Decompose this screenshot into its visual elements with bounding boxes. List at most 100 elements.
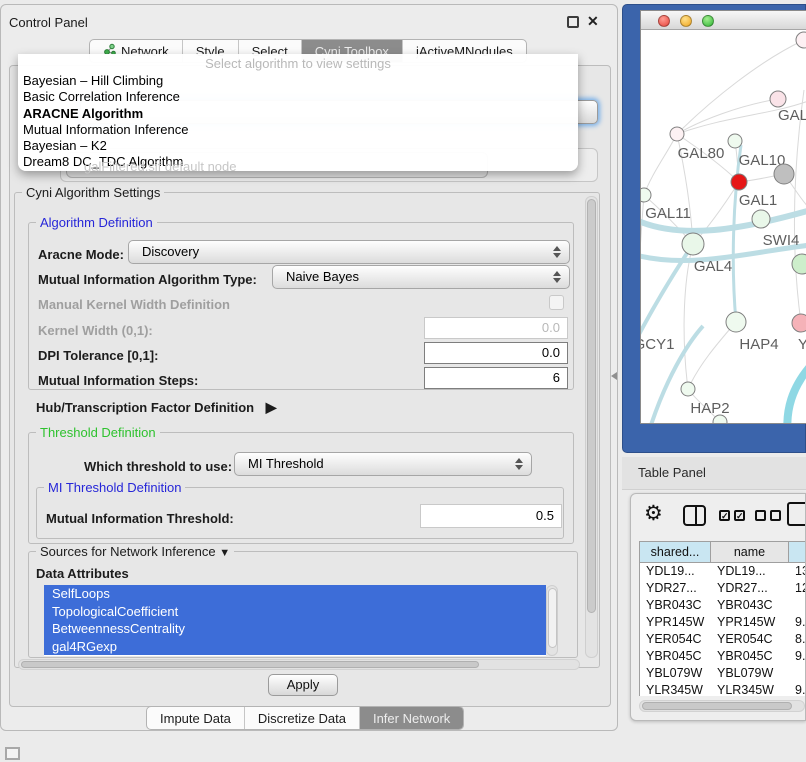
- node-label: GAL80: [678, 145, 725, 162]
- gear-icon[interactable]: ⚙: [644, 502, 663, 526]
- sources-group-title[interactable]: Sources for Network Inference ▼: [36, 544, 234, 559]
- panel-collapse-arrow[interactable]: [611, 372, 617, 380]
- network-edge: [688, 322, 736, 389]
- checked-checkbox-icon[interactable]: ✓: [719, 510, 730, 521]
- node-label: Y: [798, 336, 806, 353]
- algorithm-item[interactable]: Bayesian – Hill Climbing: [18, 73, 578, 89]
- column-header[interactable]: [789, 542, 806, 562]
- network-node[interactable]: [774, 164, 794, 184]
- dpi-tolerance-input[interactable]: 0.0: [424, 342, 568, 364]
- table-cell: YBL079W: [640, 665, 711, 682]
- network-node-gal80[interactable]: [670, 127, 684, 141]
- network-node-gal4[interactable]: [682, 233, 704, 255]
- attributes-scrollbar[interactable]: [546, 585, 558, 656]
- stepper-arrows-icon: [553, 271, 561, 283]
- table-cell: YDL19...: [711, 563, 789, 580]
- table-row[interactable]: YBL079WYBL079W: [640, 665, 806, 682]
- aracne-mode-value: Discovery: [142, 244, 199, 259]
- table-hscrollbar-thumb[interactable]: [642, 702, 792, 710]
- float-window-icon[interactable]: [567, 16, 579, 28]
- table-cell: 12: [789, 580, 806, 597]
- attributes-scrollbar-thumb[interactable]: [548, 588, 557, 648]
- data-attributes-label: Data Attributes: [36, 566, 129, 581]
- network-canvas[interactable]: GALGAL80GAL10GAL1GAL11SWI4GAL4GCY1HAP4YH…: [641, 30, 806, 424]
- attribute-item-selected[interactable]: TopologicalCoefficient: [44, 603, 546, 621]
- network-node[interactable]: [713, 415, 727, 424]
- mi-type-combo[interactable]: Naive Bayes: [272, 265, 570, 289]
- table-cell: YLR345W: [640, 682, 711, 696]
- table-row[interactable]: YLR345WYLR345W9.: [640, 682, 806, 696]
- attribute-item-selected[interactable]: SelfLoops: [44, 585, 546, 603]
- node-label: HAP2: [690, 400, 729, 417]
- column-header[interactable]: name: [711, 542, 789, 562]
- table-row[interactable]: YBR043CYBR043C: [640, 597, 806, 614]
- algorithm-item[interactable]: Bayesian – K2: [18, 138, 578, 154]
- aracne-mode-combo[interactable]: Discovery: [128, 240, 570, 264]
- network-node-gal10[interactable]: [728, 134, 742, 148]
- table-cell: YBR045C: [711, 648, 789, 665]
- settings-scrollbar-thumb[interactable]: [587, 199, 596, 613]
- close-traffic-light[interactable]: [658, 15, 670, 27]
- network-node-gal[interactable]: [770, 91, 786, 107]
- algorithm-item[interactable]: ARACNE Algorithm: [18, 106, 578, 122]
- sources-title-text: Sources for Network Inference: [40, 544, 216, 559]
- table-cell: YPR145W: [711, 614, 789, 631]
- apply-button[interactable]: Apply: [268, 674, 338, 696]
- network-node-swi4[interactable]: [752, 210, 770, 228]
- table-row[interactable]: YDL19...YDL19...13: [640, 563, 806, 580]
- table-cell: YDL19...: [640, 563, 711, 580]
- tab-impute-data[interactable]: Impute Data: [147, 707, 245, 729]
- table-row[interactable]: YPR145WYPR145W9.: [640, 614, 806, 631]
- network-node-gal1[interactable]: [731, 174, 747, 190]
- network-node[interactable]: [796, 32, 806, 48]
- network-node-y[interactable]: [792, 314, 806, 332]
- node-label: SWI4: [763, 232, 800, 249]
- window-grip-icon[interactable]: [5, 747, 20, 760]
- table-mode-icon[interactable]: [787, 502, 806, 526]
- hub-section-toggle[interactable]: Hub/Transcription Factor Definition ▶: [36, 399, 277, 416]
- zoom-traffic-light[interactable]: [702, 15, 714, 27]
- table-data-combo-value: galFiltered.sif default node: [84, 159, 236, 174]
- algorithm-list: Bayesian – Hill ClimbingBasic Correlatio…: [18, 73, 578, 171]
- attribute-item-selected[interactable]: gal4RGexp: [44, 638, 546, 656]
- node-label: GCY1: [641, 336, 674, 353]
- mi-steps-input[interactable]: 6: [424, 367, 568, 389]
- settings-hscrollbar-thumb[interactable]: [21, 661, 479, 668]
- unchecked-checkbox-icon[interactable]: [755, 510, 766, 521]
- bottom-tab-bar: Impute DataDiscretize Data Infer Network: [146, 706, 464, 730]
- manual-kernel-checkbox[interactable]: [549, 295, 564, 310]
- tab-infer-network[interactable]: Infer Network: [360, 707, 463, 729]
- table-row[interactable]: YBR045CYBR045C9.: [640, 648, 806, 665]
- network-window-titlebar[interactable]: [641, 11, 806, 30]
- close-icon[interactable]: ✕: [587, 13, 599, 30]
- table-cell: YBL079W: [711, 665, 789, 682]
- settings-hscrollbar[interactable]: [18, 659, 580, 670]
- panel-title: Control Panel: [9, 15, 88, 30]
- table-cell: 13: [789, 563, 806, 580]
- algorithm-item[interactable]: Basic Correlation Inference: [18, 89, 578, 105]
- network-node-hap2[interactable]: [681, 382, 695, 396]
- table-row[interactable]: YDR27...YDR27...12: [640, 580, 806, 597]
- unchecked-checkbox-icon[interactable]: [770, 510, 781, 521]
- checked-checkbox-icon[interactable]: ✓: [734, 510, 745, 521]
- column-browser-icon[interactable]: [683, 505, 706, 526]
- network-node-gal11[interactable]: [641, 188, 651, 202]
- kernel-width-input[interactable]: 0.0: [424, 317, 568, 339]
- mi-steps-label: Mutual Information Steps:: [38, 373, 198, 388]
- tab-label: Infer Network: [373, 711, 450, 726]
- tab-discretize-data[interactable]: Discretize Data: [245, 707, 360, 729]
- table-hscrollbar[interactable]: [639, 700, 805, 712]
- network-node[interactable]: [792, 254, 806, 274]
- column-header[interactable]: shared...: [640, 542, 711, 562]
- stepper-arrows-icon: [515, 458, 523, 470]
- settings-scrollbar[interactable]: [585, 196, 598, 658]
- algorithm-item[interactable]: Mutual Information Inference: [18, 122, 578, 138]
- data-attributes-list: SelfLoopsTopologicalCoefficientBetweenne…: [44, 585, 546, 656]
- network-node-hap4[interactable]: [726, 312, 746, 332]
- node-label: GAL1: [739, 192, 777, 209]
- table-row[interactable]: YER054CYER054C8.: [640, 631, 806, 648]
- mi-threshold-input[interactable]: 0.5: [420, 504, 562, 528]
- minimize-traffic-light[interactable]: [680, 15, 692, 27]
- which-threshold-combo[interactable]: MI Threshold: [234, 452, 532, 476]
- attribute-item-selected[interactable]: BetweennessCentrality: [44, 620, 546, 638]
